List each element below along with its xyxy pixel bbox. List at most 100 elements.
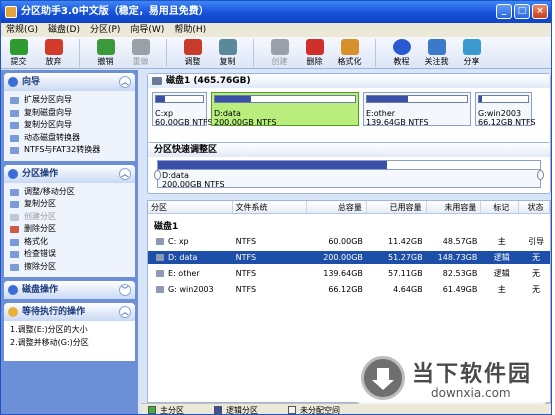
column-filesystem[interactable]: 文件系统 (233, 201, 308, 213)
pending-ops-header[interactable]: 等待执行的操作 ︿ (4, 303, 135, 321)
quick-adjust-bar[interactable]: D:data 200.00GB NTFS (154, 160, 544, 189)
toolbar-separator (166, 39, 167, 67)
delete-button[interactable]: 删除 (297, 37, 332, 67)
redo-button[interactable]: 重做 (123, 37, 158, 67)
sidebar-item-copy-disk-wizard[interactable]: 复制磁盘向导 (10, 107, 131, 120)
table-row[interactable]: D: data NTFS 200.00GB 51.27GB 148.73GB 逻辑 无 (148, 251, 550, 264)
free-cell: 48.57GB (442, 237, 478, 246)
format-icon (10, 238, 19, 246)
menu-partition[interactable]: 分区(P) (90, 23, 120, 37)
column-flag[interactable]: 标记 (481, 201, 520, 213)
wizard-panel-header[interactable]: 向导 ︿ (4, 73, 135, 91)
download-logo-icon (361, 356, 405, 400)
app-window: 分区助手3.0中文版（稳定，易用且免费） _ □ × 常规(G) 磁盘(D) 分… (0, 0, 552, 415)
minimize-button[interactable]: _ (496, 4, 512, 19)
sidebar-item-delete-partition[interactable]: 删除分区 (10, 223, 131, 236)
extend-icon (10, 97, 19, 104)
total-cell: 139.64GB (323, 269, 363, 278)
used-cell: 51.27GB (388, 253, 423, 262)
delete-icon (305, 39, 324, 55)
disk-icon (152, 77, 162, 85)
partition-name-cell: E: other (148, 267, 233, 280)
flag-cell: 主 (497, 285, 506, 294)
disk-header[interactable]: 磁盘1 (465.76GB) (148, 74, 550, 88)
tutorial-button[interactable]: 教程 (384, 37, 419, 67)
collapse-icon[interactable]: ︿ (119, 167, 131, 180)
partition-icon (156, 254, 164, 261)
left-resize-handle[interactable] (154, 170, 161, 180)
partition-block-g[interactable]: G:win2003 66.12GB NTFS (475, 92, 536, 127)
sidebar-item-extend-wizard[interactable]: 扩展分区向导 (10, 94, 131, 107)
disk-map: 磁盘1 (465.76GB) C:xp 60.00GB NTFS D:data 20… (147, 73, 551, 147)
toolbar-separator (253, 39, 254, 67)
create-button[interactable]: 创建 (262, 37, 297, 67)
status-cell: 无 (532, 253, 541, 262)
pending-op: 1.调整(E:)分区的大小 (10, 325, 88, 334)
collapse-icon[interactable]: ︿ (119, 76, 131, 88)
resize-button[interactable]: 调整 (175, 37, 210, 67)
menu-wizard[interactable]: 向导(W) (130, 23, 164, 37)
expand-icon[interactable]: ﹀ (119, 284, 131, 296)
column-total[interactable]: 总容量 (307, 201, 367, 213)
copy-button[interactable]: 复制 (210, 37, 245, 67)
column-status[interactable]: 状态 (519, 201, 551, 213)
table-row[interactable]: E: other NTFS 139.64GB 57.11GB 82.53GB 逻辑 无 (148, 267, 550, 280)
create-icon (10, 213, 19, 221)
pending-ops-panel: 等待执行的操作 ︿ 1.调整(E:)分区的大小 2.调整并移动(G:)分区 (4, 303, 135, 361)
partition-block-c[interactable]: C:xp 60.00GB NTFS (152, 92, 213, 127)
resize-icon (10, 188, 19, 196)
copy-icon (218, 39, 237, 55)
sidebar-item-wipe-partition[interactable]: 擦除分区 (10, 261, 131, 274)
flag-cell: 逻辑 (493, 253, 510, 262)
table-row[interactable]: G: win2003 NTFS 66.12GB 4.64GB 61.49GB 主 无 (148, 283, 550, 296)
sidebar-item-ntfs-fat32[interactable]: NTFS与FAT32转换器 (10, 144, 131, 157)
right-resize-handle[interactable] (537, 170, 544, 180)
total-cell: 66.12GB (328, 285, 363, 294)
format-icon (340, 39, 359, 55)
status-cell: 无 (532, 285, 541, 294)
partition-ops-panel: 分区操作 ︿ 调整/移动分区 复制分区 创建分区 删除分区 格式化 检查错误 擦除… (4, 164, 135, 277)
partition-ops-header[interactable]: 分区操作 ︿ (4, 164, 135, 183)
follow-button[interactable]: 关注我 (419, 37, 454, 67)
copy-partition-icon (10, 122, 19, 129)
toolbar-separator (79, 39, 80, 67)
used-cell: 11.42GB (388, 237, 423, 246)
disk-ops-header[interactable]: 磁盘操作 ﹀ (4, 281, 135, 299)
column-free[interactable]: 未用容量 (427, 201, 482, 213)
sidebar-item-copy-partition-wizard[interactable]: 复制分区向导 (10, 119, 131, 132)
menu-help[interactable]: 帮助(H) (174, 23, 206, 37)
sidebar: 向导 ︿ 扩展分区向导 复制磁盘向导 复制分区向导 动态磁盘转换器 NTFS与FA… (1, 70, 138, 414)
follow-icon (427, 39, 446, 55)
sidebar-item-format[interactable]: 格式化 (10, 236, 131, 249)
discard-button[interactable]: 放弃 (36, 37, 71, 67)
commit-button[interactable]: 提交 (1, 37, 36, 67)
close-button[interactable]: × (532, 4, 548, 19)
undo-button[interactable]: 撤销 (88, 37, 123, 67)
column-used[interactable]: 已用容量 (367, 201, 427, 213)
column-partition[interactable]: 分区 (148, 201, 233, 213)
used-cell: 57.11GB (388, 269, 423, 278)
app-icon (5, 6, 17, 18)
menu-general[interactable]: 常规(G) (6, 23, 38, 37)
sidebar-item-resize-move[interactable]: 调整/移动分区 (10, 186, 131, 199)
sidebar-item-check-errors[interactable]: 检查错误 (10, 248, 131, 261)
help-icon (392, 39, 411, 55)
filesystem-cell: NTFS (235, 269, 257, 278)
partition-block-d[interactable]: D:data 200.00GB NTFS (211, 92, 359, 127)
format-button[interactable]: 格式化 (332, 37, 367, 67)
free-cell: 148.73GB (437, 253, 478, 262)
maximize-button[interactable]: □ (514, 4, 530, 19)
share-button[interactable]: 分享 (454, 37, 489, 67)
wizard-panel: 向导 ︿ 扩展分区向导 复制磁盘向导 复制分区向导 动态磁盘转换器 NTFS与FA… (4, 73, 135, 161)
sidebar-item-create-partition[interactable]: 创建分区 (10, 211, 131, 224)
toolbar-separator (375, 39, 376, 67)
table-row[interactable]: C: xp NTFS 60.00GB 11.42GB 48.57GB 主 引导 (148, 235, 550, 248)
sidebar-item-dynamic-disk[interactable]: 动态磁盘转换器 (10, 132, 131, 145)
menu-disk[interactable]: 磁盘(D) (48, 23, 80, 37)
total-cell: 60.00GB (328, 237, 363, 246)
filesystem-cell: NTFS (235, 285, 257, 294)
collapse-icon[interactable]: ︿ (119, 306, 131, 318)
share-icon (462, 39, 481, 55)
partition-block-e[interactable]: E:other 139.64GB NTFS (363, 92, 471, 127)
sidebar-item-copy-partition[interactable]: 复制分区 (10, 198, 131, 211)
